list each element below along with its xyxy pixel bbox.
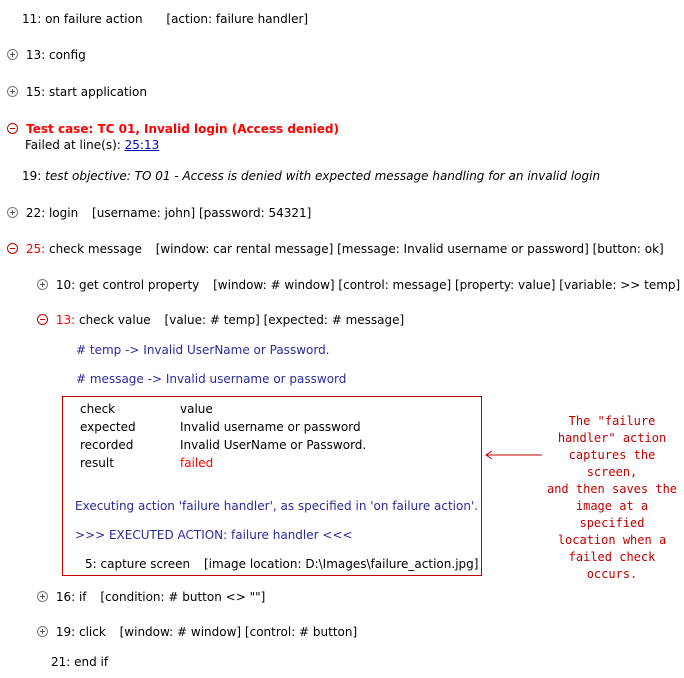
result-label-result: result: [80, 456, 114, 470]
command-args: [window: # window] [control: # button]: [119, 625, 358, 639]
command-args: [condition: # button <> ""]: [100, 590, 266, 604]
command-name: check message: [48, 242, 142, 256]
objective-text: test objective: TO 01 - Access is denied…: [45, 169, 601, 183]
line-number: 16:: [55, 590, 76, 604]
if-line: 16: if [condition: # button <> ""]: [37, 590, 265, 605]
failed-label: Failed at line(s):: [25, 138, 121, 152]
config-line: 13: config: [7, 48, 86, 63]
executed-action-text: >>> EXECUTED ACTION: failure handler <<<: [75, 528, 353, 542]
line-number: 19:: [22, 169, 42, 183]
on-failure-action-line: 11: on failure action [action: failure h…: [22, 12, 308, 27]
click-line: 19: click [window: # window] [control: #…: [37, 625, 357, 640]
result-label-check: check: [80, 402, 116, 416]
callout-line: The "failure: [568, 414, 656, 428]
command-name: check value: [78, 313, 151, 327]
collapse-icon[interactable]: [7, 123, 18, 134]
line-number: 5:: [85, 557, 97, 571]
expand-icon[interactable]: [37, 591, 48, 602]
command-name: on failure action: [45, 12, 143, 26]
line-number: 21:: [51, 655, 71, 669]
command-name: capture screen: [100, 557, 191, 571]
capture-screen-line: 5: capture screen [image location: D:\Im…: [85, 557, 478, 572]
temp-evaluation: # temp -> Invalid UserName or Password.: [76, 343, 330, 357]
get-control-property-line: 10: get control property [window: # wind…: [37, 278, 680, 293]
callout-line: failed check occurs.: [568, 550, 656, 581]
expand-icon[interactable]: [7, 49, 18, 60]
result-value-expected: Invalid username or password: [180, 420, 361, 434]
login-line: 22: login [username: john] [password: 54…: [7, 206, 311, 221]
command-name: end if: [74, 655, 109, 669]
callout-line: handler" action: [557, 431, 667, 445]
line-number: 19:: [55, 625, 76, 639]
command-args: [username: john] [password: 54321]: [92, 206, 312, 220]
failed-line-link[interactable]: 25:13: [125, 138, 160, 152]
expand-icon[interactable]: [37, 626, 48, 637]
callout-annotation: The "failure handler" action captures th…: [542, 413, 682, 583]
callout-line: location when a: [557, 533, 667, 547]
command-args: [value: # temp] [expected: # message]: [164, 313, 405, 327]
command-name: click: [78, 625, 106, 639]
command-name: login: [48, 206, 79, 220]
check-value-line: 13: check value [value: # temp] [expecte…: [37, 313, 404, 328]
command-name: get control property: [78, 278, 200, 292]
executing-action-text: Executing action 'failure handler', as s…: [75, 499, 479, 513]
command-name: start application: [48, 85, 147, 99]
command-args: [window: car rental message] [message: I…: [155, 242, 664, 256]
expand-icon[interactable]: [7, 86, 18, 97]
test-case-title: Test case: TC 01, Invalid login (Access …: [26, 122, 339, 136]
callout-line: image at a specified: [575, 499, 649, 530]
result-value-recorded: Invalid UserName or Password.: [180, 438, 367, 452]
collapse-icon[interactable]: [7, 243, 18, 254]
line-number: 22:: [25, 206, 46, 220]
command-name: config: [48, 48, 86, 62]
check-message-line: 25: check message [window: car rental me…: [7, 242, 664, 257]
callout-arrow: [485, 450, 542, 460]
callout-line: and then saves the: [546, 482, 678, 496]
command-args: [window: # window] [control: message] [p…: [213, 278, 681, 292]
command-name: if: [78, 590, 87, 604]
message-evaluation: # message -> Invalid username or passwor…: [76, 372, 347, 386]
callout-line: captures the screen,: [568, 448, 656, 479]
objective-line: 19: test objective: TO 01 - Access is de…: [22, 169, 600, 184]
expand-icon[interactable]: [7, 207, 18, 218]
expand-icon[interactable]: [37, 279, 48, 290]
result-label-recorded: recorded: [80, 438, 134, 452]
collapse-icon[interactable]: [37, 314, 48, 325]
line-number: 11:: [22, 12, 42, 26]
end-if-line: 21: end if: [51, 655, 108, 670]
line-number: 13:: [55, 313, 76, 327]
result-label-expected: expected: [80, 420, 136, 434]
line-number: 13:: [25, 48, 46, 62]
line-number: 15:: [25, 85, 46, 99]
command-args: [image location: D:\Images\failure_actio…: [203, 557, 479, 571]
line-number: 25:: [25, 242, 46, 256]
result-value-failed: failed: [180, 456, 214, 470]
test-case-header: Test case: TC 01, Invalid login (Access …: [7, 122, 339, 137]
line-number: 10:: [55, 278, 76, 292]
failed-at-line: Failed at line(s): 25:13: [25, 138, 159, 153]
command-args: [action: failure handler]: [166, 12, 309, 26]
result-value-check: value: [180, 402, 213, 416]
start-application-line: 15: start application: [7, 85, 147, 100]
